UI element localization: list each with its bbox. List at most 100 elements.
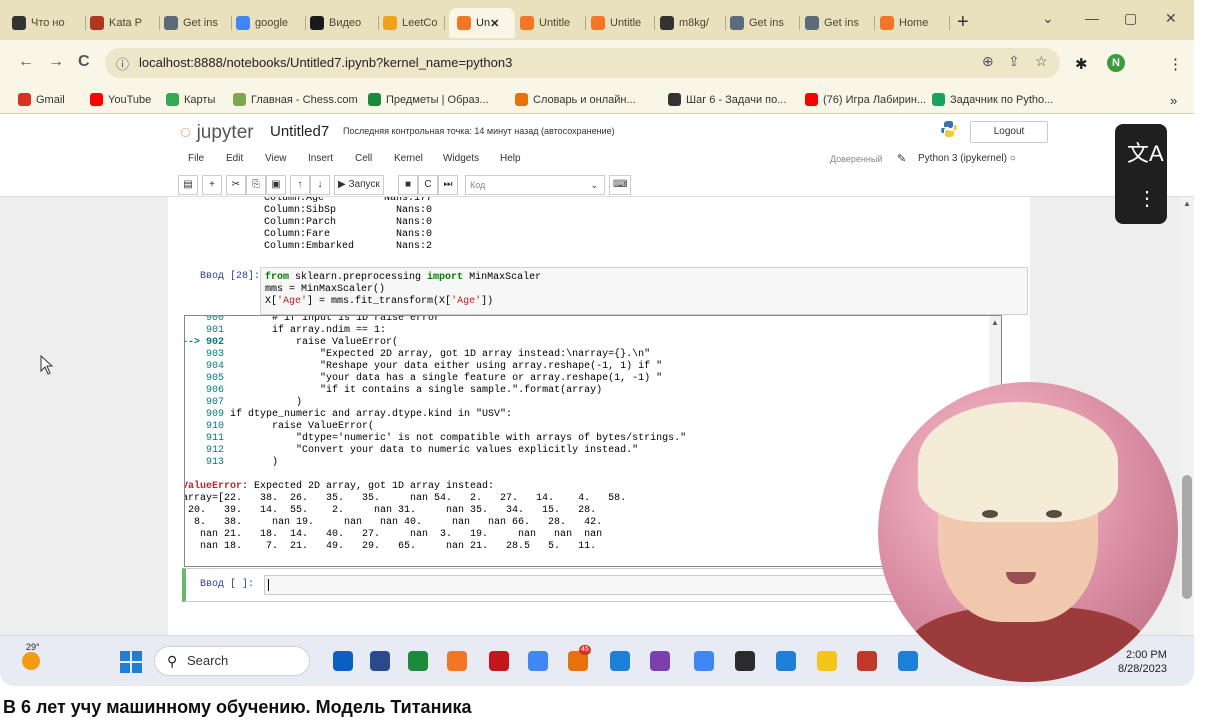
menu-kernel[interactable]: Kernel <box>394 153 423 164</box>
move-up-icon[interactable]: ↑ <box>290 175 310 195</box>
bookmark-label: Карты <box>184 93 216 106</box>
bookmark-item[interactable]: Карты <box>166 93 215 106</box>
bookmark-item[interactable]: Предметы | Образ... <box>368 93 489 106</box>
bing-icon[interactable] <box>333 651 353 671</box>
file-explorer-icon[interactable] <box>817 651 837 671</box>
browser-tab[interactable]: Untitle <box>520 8 586 38</box>
cut-icon[interactable]: ✂ <box>226 175 246 195</box>
windows-start-icon[interactable] <box>120 651 142 673</box>
browser-tab[interactable]: Get ins <box>730 8 800 38</box>
terminal-icon[interactable] <box>735 651 755 671</box>
browser-tab-strip: Что но Kata P Get ins google Видео LeetCo Un ✕… <box>0 0 1194 40</box>
restart-icon[interactable]: C <box>418 175 438 195</box>
new-tab-button[interactable]: + <box>957 12 969 32</box>
browser-tab[interactable]: Home <box>880 8 950 38</box>
reload-icon[interactable]: C <box>78 53 90 71</box>
browser-tab[interactable]: Untitle <box>591 8 655 38</box>
skype-icon[interactable] <box>528 651 548 671</box>
bookmark-item[interactable]: Задачник по Pytho... <box>932 93 1053 106</box>
browser-tab[interactable]: Get ins <box>805 8 875 38</box>
meet-icon[interactable] <box>370 651 390 671</box>
cell-type-select[interactable]: Код ⌄ <box>465 175 605 195</box>
taskbar-search[interactable]: ⚲ Search <box>154 646 310 676</box>
back-icon[interactable]: ← <box>18 53 34 71</box>
address-bar[interactable]: ⓘ localhost:8888/notebooks/Untitled7.ipy… <box>105 48 1060 78</box>
previous-output: Column:Age Nans:177 Column:SibSp Nans:0 Co… <box>264 197 432 253</box>
minimize-icon[interactable]: — <box>1085 10 1099 26</box>
run-button[interactable]: ▶ Запуск <box>334 175 384 195</box>
browser-tab[interactable]: Kata P <box>90 8 160 38</box>
network-icon[interactable] <box>776 651 796 671</box>
menu-file[interactable]: File <box>188 153 204 164</box>
close-window-icon[interactable]: ✕ <box>1165 10 1177 27</box>
bookmark-item[interactable]: Словарь и онлайн... <box>515 93 636 106</box>
notebook-title[interactable]: Untitled7 <box>270 123 329 140</box>
menu-widgets[interactable]: Widgets <box>443 153 479 164</box>
more-bookmarks-icon[interactable]: » <box>1170 93 1177 108</box>
command-palette-icon[interactable]: ⌨ <box>609 175 632 195</box>
bookmark-item[interactable]: YouTube <box>90 93 151 106</box>
menu-insert[interactable]: Insert <box>308 153 333 164</box>
bookmark-star-icon[interactable]: ☆ <box>1035 53 1048 70</box>
copy-icon[interactable]: ⎘ <box>246 175 266 195</box>
share-icon[interactable]: ⇪ <box>1008 53 1020 70</box>
weather-widget[interactable]: 29° <box>20 642 46 672</box>
browser-tab[interactable]: Что но <box>12 8 86 38</box>
move-down-icon[interactable]: ↓ <box>310 175 330 195</box>
bookmark-item[interactable]: Главная - Chess.com <box>233 93 358 106</box>
trusted-indicator[interactable]: Доверенный <box>830 154 882 164</box>
bookmark-favicon-icon <box>805 93 818 106</box>
profile-avatar[interactable]: N <box>1107 54 1125 72</box>
browser-tab[interactable]: Видео <box>310 8 379 38</box>
menu-edit[interactable]: Edit <box>226 153 243 164</box>
logout-button[interactable]: Logout <box>970 121 1048 143</box>
site-info-icon[interactable]: ⓘ <box>116 54 129 73</box>
jupyter-logo[interactable]: ◌ jupyter <box>180 122 254 144</box>
forward-icon[interactable]: → <box>48 53 64 71</box>
chrome-icon[interactable]: 45 <box>568 645 591 671</box>
close-tab-icon[interactable]: ✕ <box>490 17 499 30</box>
chrome-profile-icon[interactable] <box>610 651 630 671</box>
bookmark-favicon-icon <box>166 93 179 106</box>
page-scrollbar[interactable]: ▲ <box>1180 197 1194 635</box>
xbox-icon[interactable] <box>408 651 428 671</box>
translate-icon[interactable]: 文A <box>1127 136 1164 168</box>
tab-active[interactable]: Un ✕ <box>449 8 515 38</box>
menu-cell[interactable]: Cell <box>355 153 372 164</box>
restart-run-all-icon[interactable]: ⏭ <box>438 175 458 195</box>
paste-icon[interactable]: ▣ <box>266 175 286 195</box>
visual-studio-icon[interactable] <box>650 651 670 671</box>
app-icon-2[interactable] <box>857 651 877 671</box>
traceback-code: "dtype='numeric' is not compatible with … <box>224 433 687 444</box>
code-cell[interactable]: from sklearn.preprocessing import MinMax… <box>260 267 1028 315</box>
tab-separator <box>725 16 726 30</box>
interrupt-icon[interactable]: ■ <box>398 175 418 195</box>
traceback-line: 906 "if it contains a single sample.".fo… <box>185 385 686 397</box>
browser-tab[interactable]: LeetCo <box>383 8 445 38</box>
browser-menu-icon[interactable]: ⋮ <box>1168 55 1183 73</box>
edit-pencil-icon[interactable]: ✎ <box>897 152 906 165</box>
maximize-icon[interactable]: ▢ <box>1124 10 1137 27</box>
overlay-menu-icon[interactable]: ⋮ <box>1137 186 1157 211</box>
menu-help[interactable]: Help <box>500 153 521 164</box>
bookmark-item[interactable]: (76) Игра Лабирин... <box>805 93 926 106</box>
page-scrollbar-thumb[interactable] <box>1182 475 1192 599</box>
bookmark-item[interactable]: Gmail <box>18 93 65 106</box>
app-icon[interactable] <box>489 651 509 671</box>
menu-view[interactable]: View <box>265 153 287 164</box>
browser-tab[interactable]: m8kg/ <box>660 8 726 38</box>
browser-tab[interactable]: google <box>236 8 306 38</box>
traceback-line: 904 "Reshape your data either using arra… <box>185 361 686 373</box>
bookmark-favicon-icon <box>668 93 681 106</box>
browser-tab[interactable]: Get ins <box>164 8 232 38</box>
save-icon[interactable]: ▤ <box>178 175 198 195</box>
code-line: mms = MinMaxScaler() <box>265 284 386 295</box>
bookmark-label: Предметы | Образ... <box>386 93 489 106</box>
jupyter-icon[interactable] <box>447 651 467 671</box>
tab-search-icon[interactable]: ⌄ <box>1042 10 1054 27</box>
chrome-active-icon[interactable] <box>694 651 714 671</box>
bookmark-item[interactable]: Шаг 6 - Задачи по... <box>668 93 786 106</box>
zoom-icon[interactable]: ⊕ <box>982 53 994 70</box>
insert-cell-icon[interactable]: + <box>202 175 222 195</box>
extensions-icon[interactable]: ✱ <box>1075 55 1088 73</box>
